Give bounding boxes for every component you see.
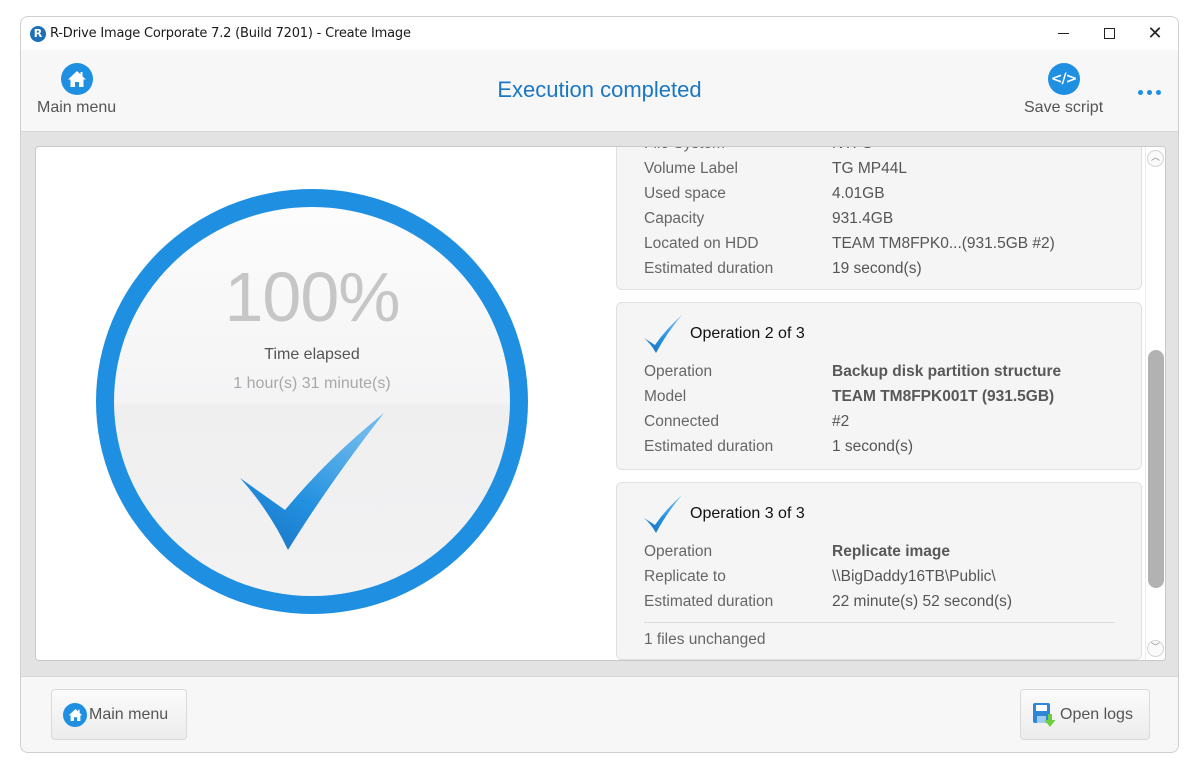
operation-card-2: Operation 2 of 3 Operation Backup disk pa…: [616, 302, 1142, 470]
card-row: Operation Backup disk partition structure: [644, 362, 1062, 380]
home-icon: [60, 63, 93, 95]
maximize-icon: [1103, 28, 1115, 39]
operation-title: Operation 2 of 3: [690, 325, 805, 342]
card-row: File SystemNTFS: [644, 147, 1115, 156]
operations-scroll: File SystemNTFS Volume LabelTG MP44L Use…: [616, 147, 1146, 660]
open-logs-button[interactable]: Open logs: [1020, 689, 1150, 740]
card-row: Operation Replicate image: [644, 542, 951, 560]
card-row: Used space 4.01GB: [644, 184, 885, 202]
chevron-up-icon: ︿: [1150, 153, 1160, 163]
card-row: Located on HDD TEAM TM8FPK0...(931.5GB #2…: [644, 234, 1055, 252]
save-script-label: Save script: [1024, 99, 1104, 116]
card-divider: [644, 622, 1115, 623]
page-title: Execution completed: [497, 77, 702, 102]
window-title: R-Drive Image Corporate 7.2 (Build 7201)…: [50, 26, 411, 41]
card-row: Estimated duration 1 second(s): [644, 437, 913, 455]
footer-bar: Main menu Open logs: [21, 676, 1178, 752]
more-dot-icon: [1147, 90, 1152, 95]
open-logs-label: Open logs: [1060, 705, 1133, 723]
operation-note: 1 files unchanged: [644, 631, 766, 648]
checkmark-icon: [644, 315, 682, 353]
minimize-icon: [1057, 33, 1069, 34]
title-bar: R-Drive Image Corporate 7.2 (Build 7201)…: [21, 17, 1178, 50]
operation-card-header: Operation 2 of 3: [644, 313, 1115, 355]
close-button[interactable]: ✕: [1132, 17, 1178, 50]
more-dot-icon: [1156, 90, 1161, 95]
scroll-up-button[interactable]: ︿: [1147, 150, 1164, 167]
minimize-button[interactable]: [1040, 17, 1086, 50]
progress-ring: 100% Time elapsed 1 hour(s) 31 minute(s): [96, 189, 528, 614]
footer-main-menu-button[interactable]: Main menu: [51, 689, 187, 740]
main-menu-label: Main menu: [37, 99, 117, 116]
progress-pane: 100% Time elapsed 1 hour(s) 31 minute(s): [36, 147, 616, 660]
chevron-down-icon: ﹀: [1150, 643, 1160, 653]
operation-card-3: Operation 3 of 3 Operation Replicate imag…: [616, 482, 1142, 660]
more-options-button[interactable]: [1134, 86, 1165, 99]
logs-download-icon: [1033, 702, 1056, 727]
scrollbar-thumb[interactable]: [1148, 350, 1164, 588]
app-window: R-Drive Image Corporate 7.2 (Build 7201)…: [20, 16, 1179, 753]
card-row: Estimated duration 22 minute(s) 52 second…: [644, 592, 1013, 610]
card-row: Connected #2: [644, 412, 850, 430]
main-menu-button[interactable]: Main menu: [37, 63, 116, 117]
footer-main-menu-label: Main menu: [89, 705, 169, 723]
content-panel: 100% Time elapsed 1 hour(s) 31 minute(s): [35, 146, 1166, 661]
operation-title: Operation 3 of 3: [690, 505, 805, 522]
card-row: Replicate to \\BigDaddy16TB\Public\: [644, 567, 996, 585]
maximize-button[interactable]: [1086, 17, 1132, 50]
operation-card-1: File SystemNTFS Volume LabelTG MP44L Use…: [616, 147, 1142, 290]
close-icon: ✕: [1147, 23, 1163, 44]
checkmark-icon: [644, 495, 682, 533]
card-row: Capacity 931.4GB: [644, 209, 894, 227]
home-icon: [63, 702, 87, 727]
card-row: Model TEAM TM8FPK001T (931.5GB): [644, 387, 1055, 405]
app-logo-icon: [30, 25, 46, 42]
vertical-scrollbar[interactable]: ︿ ﹀: [1145, 147, 1165, 660]
operation-card-header: Operation 3 of 3: [644, 493, 1115, 535]
card-row: Volume Label TG MP44L: [644, 159, 907, 177]
checkmark-icon: [240, 413, 384, 550]
scroll-down-button[interactable]: ﹀: [1147, 640, 1164, 657]
code-icon: </>: [1047, 63, 1080, 95]
toolbar: Main menu Execution completed </> Save s…: [21, 50, 1178, 132]
more-dot-icon: [1138, 90, 1143, 95]
card-row: Estimated duration 19 second(s): [644, 259, 922, 277]
operations-list: File SystemNTFS Volume LabelTG MP44L Use…: [616, 147, 1146, 660]
progress-ring-inner: 100% Time elapsed 1 hour(s) 31 minute(s): [114, 207, 510, 596]
window-controls: ✕: [1040, 17, 1178, 50]
save-script-button[interactable]: </> Save script: [1024, 63, 1103, 117]
